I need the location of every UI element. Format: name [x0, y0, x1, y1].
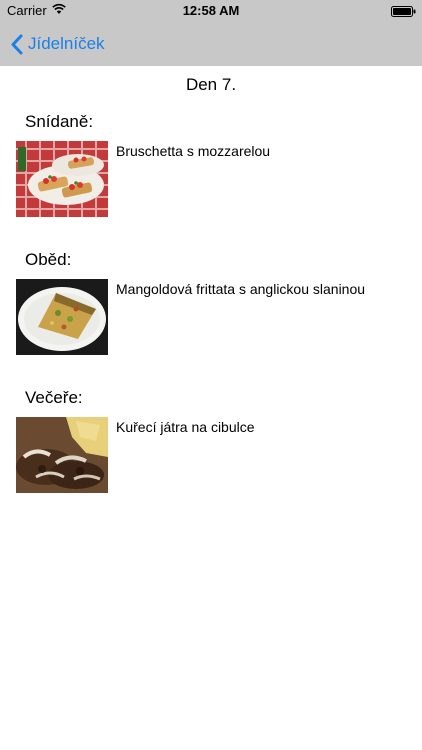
chevron-left-icon	[11, 34, 23, 54]
battery-icon	[391, 5, 416, 17]
navigation-bar: Jídelníček	[0, 22, 422, 66]
back-button-label: Jídelníček	[28, 34, 105, 53]
status-bar: Carrier 12:58 AM	[0, 0, 422, 22]
meal-heading: Večeře:	[25, 388, 83, 407]
meal-row[interactable]: Kuřecí játra na cibulce	[16, 417, 416, 493]
meal-row[interactable]: Mangoldová frittata s anglickou slaninou	[16, 279, 416, 355]
clock-time: 12:58 AM	[182, 3, 240, 18]
dish-photo	[16, 279, 108, 355]
back-button[interactable]: Jídelníček	[10, 22, 105, 66]
dish-photo	[16, 141, 108, 217]
meal-row[interactable]: Bruschetta s mozzarelou	[16, 141, 416, 217]
dish-name: Bruschetta s mozzarelou	[116, 143, 271, 159]
dish-photo	[16, 417, 108, 493]
meal-heading: Oběd:	[25, 250, 72, 269]
dish-name: Kuřecí játra na cibulce	[116, 419, 255, 435]
dish-name: Mangoldová frittata s anglickou slaninou	[116, 281, 366, 297]
screen: Carrier 12:58 AM Jídelníček Den 7. Snída…	[0, 0, 422, 750]
meal-heading: Snídaně:	[25, 112, 94, 131]
top-bar: Carrier 12:58 AM Jídelníček	[0, 0, 422, 66]
page-title: Den 7.	[185, 75, 237, 94]
